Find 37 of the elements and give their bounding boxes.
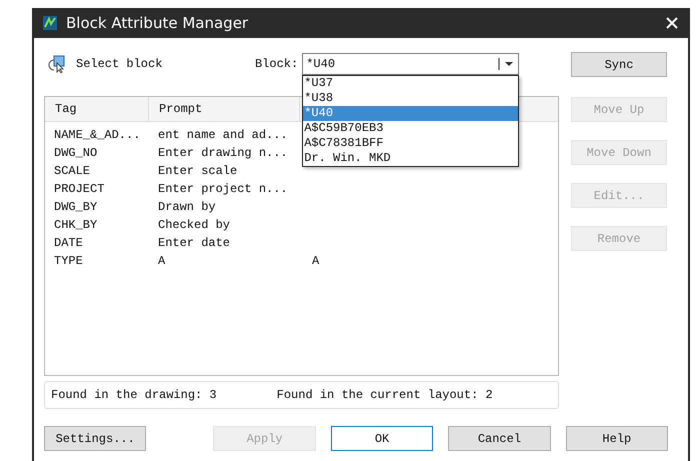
side-button[interactable]: Sync [571, 52, 667, 77]
table-cell-text: DWG_BY [54, 199, 98, 216]
drawing-count: Found in the drawing: 3 [51, 388, 217, 402]
dialog-button[interactable]: Help [566, 426, 668, 451]
app-icon [42, 15, 58, 31]
block-dropdown[interactable]: *U40 [302, 53, 520, 75]
table-cell-text: Enter scale [158, 163, 238, 180]
layout-count: Found in the current layout: 2 [276, 388, 493, 402]
table-cell-text: Checked by [158, 217, 232, 234]
cursor-icon [48, 55, 66, 73]
column-header[interactable]: Prompt [149, 97, 300, 121]
table-cell-text: A [158, 253, 166, 270]
dialog-button[interactable]: Cancel [448, 426, 551, 451]
table-cell-text: DWG_NO [54, 145, 98, 162]
table-cell-text: SCALE [54, 163, 92, 180]
window-title: Block Attribute Manager [66, 14, 250, 32]
table-cell-text: CHK_BY [54, 217, 98, 234]
dropdown-option[interactable]: *U38 [303, 91, 518, 106]
dropdown-option[interactable]: A$C78381BFF [303, 136, 518, 151]
table-cell-text: NAME_&_AD... [54, 127, 142, 144]
dropdown-option[interactable]: A$C59B70EB3 [303, 121, 518, 136]
select-block-button[interactable]: Select block [44, 55, 244, 73]
dropdown-option[interactable]: Dr. Win. MKD [303, 151, 518, 166]
table-cell-text: Enter project n... [158, 181, 289, 198]
table-cell-text: PROJECT [54, 181, 106, 198]
dialog-button[interactable]: OK [330, 426, 434, 451]
dialog-button[interactable]: Settings... [44, 426, 146, 451]
close-icon[interactable] [666, 17, 678, 29]
table-cell-text: Enter date [158, 235, 232, 252]
table-cell-text: TYPE [54, 253, 84, 270]
dropdown-option[interactable]: *U40 [303, 106, 518, 121]
block-label: Block: [255, 57, 298, 71]
dropdown-option[interactable]: *U37 [303, 76, 518, 91]
table-cell-text: A [312, 253, 320, 270]
table-cell-text: Drawn by [158, 199, 217, 216]
table-cell-text: DATE [54, 235, 84, 252]
column-header[interactable]: Tag [45, 97, 149, 121]
